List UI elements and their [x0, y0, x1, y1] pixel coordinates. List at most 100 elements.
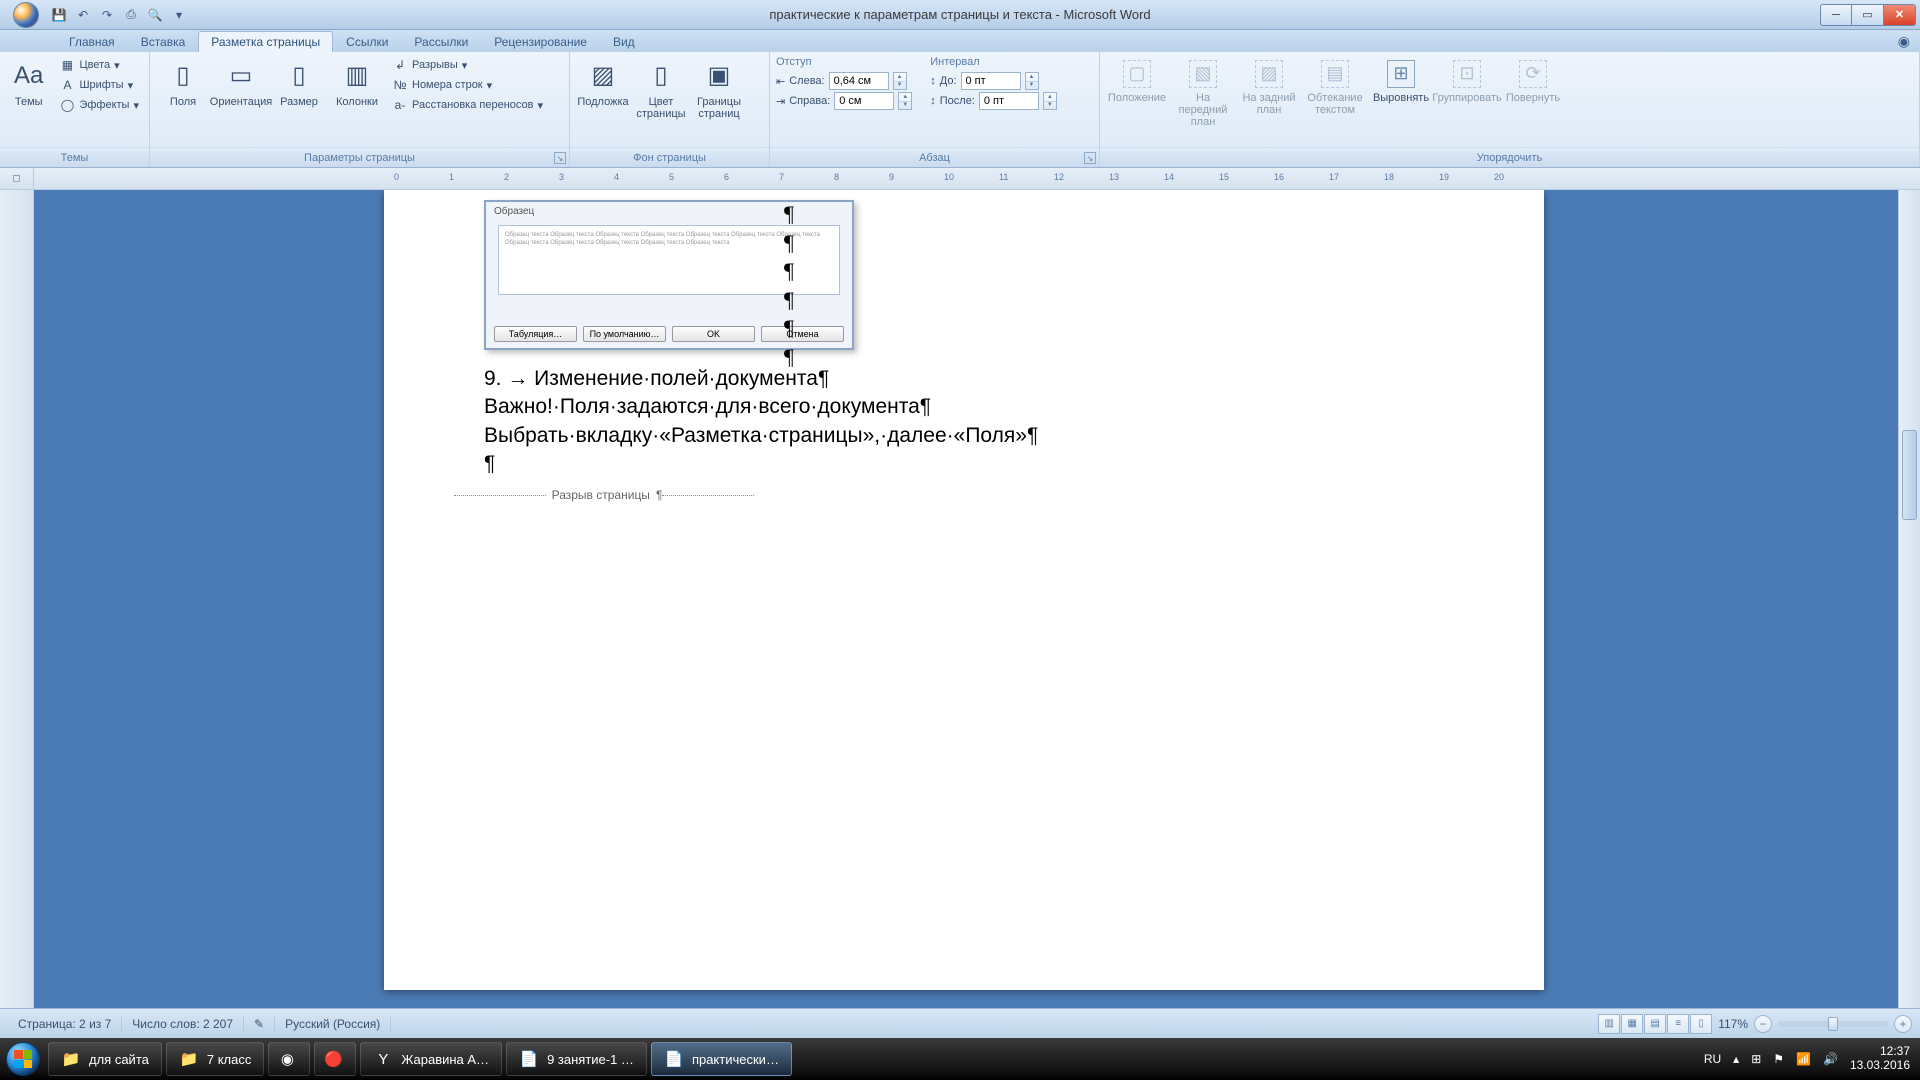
- fonts-icon: A: [59, 77, 75, 93]
- zoom-slider[interactable]: [1778, 1021, 1888, 1027]
- view-draft[interactable]: ▯: [1690, 1014, 1712, 1034]
- breaks-button[interactable]: ↲Разрывы ▾: [388, 56, 547, 74]
- indent-left-input[interactable]: [829, 72, 889, 90]
- tab-review[interactable]: Рецензирование: [481, 31, 600, 52]
- ruler-corner[interactable]: ◻: [0, 168, 34, 189]
- qat-undo-icon[interactable]: ↶: [72, 4, 94, 26]
- dlg-cancel-button: Отмена: [761, 326, 844, 342]
- document-text[interactable]: 9. → Изменение·полей·документа¶ Важно!·П…: [484, 365, 1038, 478]
- horizontal-ruler[interactable]: 01234567891011121314151617181920: [34, 168, 1920, 189]
- indent-right-spinner[interactable]: ▲▼: [898, 92, 912, 110]
- orientation-button[interactable]: ▭Ориентация: [214, 56, 268, 108]
- text-line-3: Выбрать·вкладку·«Разметка·страницы»,·дал…: [484, 422, 1038, 450]
- document-canvas[interactable]: Образец Образец текста Образец текста Об…: [34, 190, 1898, 1008]
- folder-icon: 📁: [179, 1049, 199, 1069]
- ribbon-tabs: Главная Вставка Разметка страницы Ссылки…: [0, 30, 1920, 52]
- status-language[interactable]: Русский (Россия): [275, 1017, 391, 1031]
- spacing-title: Интервал: [930, 56, 1057, 70]
- line-numbers-button[interactable]: №Номера строк ▾: [388, 76, 547, 94]
- space-before-spinner[interactable]: ▲▼: [1025, 72, 1039, 90]
- theme-effects-button[interactable]: ◯Эффекты ▾: [55, 96, 143, 114]
- view-web[interactable]: ▤: [1644, 1014, 1666, 1034]
- workspace: Образец Образец текста Образец текста Об…: [0, 190, 1920, 1008]
- tab-home[interactable]: Главная: [56, 31, 128, 52]
- taskbar-item-app[interactable]: 🔴: [314, 1042, 356, 1076]
- ruler-bar: ◻ 01234567891011121314151617181920: [0, 168, 1920, 190]
- tray-action-icon[interactable]: ⊞: [1751, 1052, 1761, 1066]
- indent-left-spinner[interactable]: ▲▼: [893, 72, 907, 90]
- group-page-setup: ▯Поля ▭Ориентация ▯Размер ▥Колонки ↲Разр…: [150, 52, 570, 167]
- taskbar-item-folder1[interactable]: 📁для сайта: [48, 1042, 162, 1076]
- columns-button[interactable]: ▥Колонки: [330, 56, 384, 108]
- tab-mailings[interactable]: Рассылки: [401, 31, 481, 52]
- start-button[interactable]: [0, 1038, 46, 1080]
- group-pagebg-label: Фон страницы: [570, 147, 769, 167]
- view-outline[interactable]: ≡: [1667, 1014, 1689, 1034]
- vertical-scrollbar[interactable]: [1898, 190, 1920, 1008]
- view-print-layout[interactable]: ▥: [1598, 1014, 1620, 1034]
- indent-right-input[interactable]: [834, 92, 894, 110]
- tab-insert[interactable]: Вставка: [128, 31, 199, 52]
- bring-front-button: ▧На передний план: [1172, 56, 1234, 128]
- tray-clock[interactable]: 12:37 13.03.2016: [1850, 1045, 1910, 1073]
- size-button[interactable]: ▯Размер: [272, 56, 326, 108]
- vertical-ruler[interactable]: [0, 190, 34, 1008]
- paragraph-launcher[interactable]: ↘: [1084, 152, 1096, 164]
- indent-title: Отступ: [776, 56, 912, 70]
- maximize-button[interactable]: ▭: [1852, 4, 1884, 26]
- zoom-knob[interactable]: [1828, 1017, 1838, 1031]
- group-pagesetup-label: Параметры страницы: [304, 152, 415, 164]
- office-button[interactable]: [6, 0, 46, 30]
- scrollbar-thumb[interactable]: [1902, 430, 1917, 520]
- minimize-button[interactable]: ─: [1820, 4, 1852, 26]
- tray-volume-icon[interactable]: 🔊: [1823, 1052, 1838, 1066]
- qat-redo-icon[interactable]: ↷: [96, 4, 118, 26]
- align-button[interactable]: ⊞Выровнять: [1370, 56, 1432, 104]
- indent-left-icon: ⇤: [776, 75, 785, 88]
- tray-network-icon[interactable]: 📶: [1796, 1052, 1811, 1066]
- close-button[interactable]: ✕: [1884, 4, 1916, 26]
- taskbar-item-word1[interactable]: 📄9 занятие-1 …: [506, 1042, 647, 1076]
- help-icon[interactable]: ◉: [1898, 33, 1910, 50]
- tray-flag-icon[interactable]: ⚑: [1773, 1052, 1784, 1066]
- pagesetup-launcher[interactable]: ↘: [554, 152, 566, 164]
- taskbar-item-browser[interactable]: YЖаравина А…: [360, 1042, 502, 1076]
- zoom-value[interactable]: 117%: [1718, 1017, 1748, 1031]
- space-before-input[interactable]: [961, 72, 1021, 90]
- tray-lang[interactable]: RU: [1704, 1052, 1721, 1066]
- taskbar-item-folder2[interactable]: 📁7 класс: [166, 1042, 265, 1076]
- view-fullscreen[interactable]: ▦: [1621, 1014, 1643, 1034]
- watermark-button[interactable]: ▨Подложка: [576, 56, 630, 108]
- group-paragraph-label: Абзац: [919, 152, 950, 164]
- tab-view[interactable]: Вид: [600, 31, 648, 52]
- margins-button[interactable]: ▯Поля: [156, 56, 210, 108]
- hyphenation-button[interactable]: a-Расстановка переносов ▾: [388, 96, 547, 114]
- tab-page-layout[interactable]: Разметка страницы: [198, 31, 333, 52]
- page-borders-button[interactable]: ▣Границы страниц: [692, 56, 746, 120]
- word-icon: 📄: [519, 1049, 539, 1069]
- theme-fonts-button[interactable]: AШрифты ▾: [55, 76, 143, 94]
- qat-save-icon[interactable]: 💾: [48, 4, 70, 26]
- qat-customize-icon[interactable]: ▾: [168, 4, 190, 26]
- status-words[interactable]: Число слов: 2 207: [122, 1017, 244, 1031]
- text-line-1: 9. → Изменение·полей·документа¶: [484, 365, 1038, 393]
- zoom-in-button[interactable]: +: [1894, 1015, 1912, 1033]
- tab-references[interactable]: Ссылки: [333, 31, 401, 52]
- qat-quickprint-icon[interactable]: ⎙: [120, 4, 142, 26]
- margins-icon: ▯: [167, 60, 199, 92]
- theme-colors-button[interactable]: ▦Цвета ▾: [55, 56, 143, 74]
- space-after-input[interactable]: [979, 92, 1039, 110]
- tray-arrow-icon[interactable]: ▴: [1733, 1052, 1739, 1066]
- wrap-icon: ▤: [1321, 60, 1349, 88]
- quick-access-toolbar: 💾 ↶ ↷ ⎙ 🔍 ▾: [0, 0, 196, 30]
- taskbar-item-word2[interactable]: 📄практически…: [651, 1042, 792, 1076]
- space-after-spinner[interactable]: ▲▼: [1043, 92, 1057, 110]
- page-color-button[interactable]: ▯Цвет страницы: [634, 56, 688, 120]
- zoom-out-button[interactable]: −: [1754, 1015, 1772, 1033]
- qat-preview-icon[interactable]: 🔍: [144, 4, 166, 26]
- app-icon: 🔴: [323, 1049, 343, 1069]
- taskbar-item-chrome[interactable]: ◉: [268, 1042, 310, 1076]
- status-page[interactable]: Страница: 2 из 7: [8, 1017, 122, 1031]
- themes-button[interactable]: Aa Темы: [6, 56, 51, 108]
- status-proofing-icon[interactable]: ✎: [244, 1017, 275, 1031]
